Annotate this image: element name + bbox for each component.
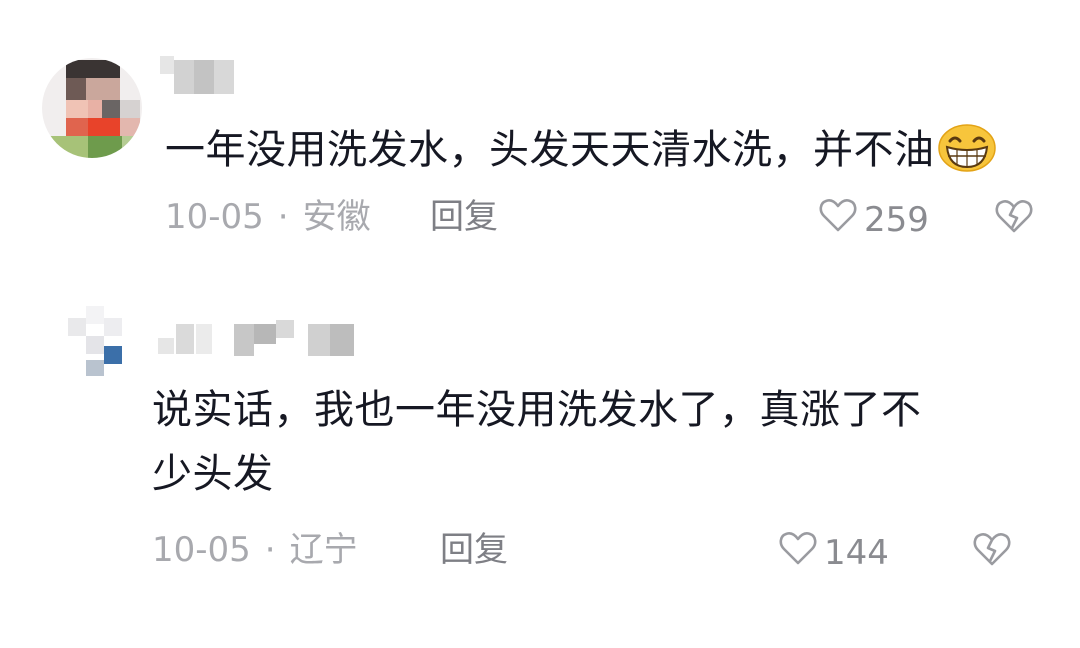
- dislike-button[interactable]: [994, 198, 1034, 238]
- comment-item: 说实话，我也一年没用洗发水了，真涨了不 少头发 10-05 · 辽宁 回复 144: [0, 290, 1080, 610]
- comment-date: 10-05: [152, 530, 251, 570]
- broken-heart-icon: [994, 200, 1034, 238]
- like-button[interactable]: 144: [778, 530, 889, 575]
- meta-separator: ·: [264, 530, 276, 570]
- comment-item: 一年没用洗发水，头发天天清水洗，并不油 10-05 · 安徽 回复 259: [0, 0, 1080, 270]
- broken-heart-icon: [972, 533, 1012, 571]
- comment-text: 说实话，我也一年没用洗发水了，真涨了不 少头发: [152, 387, 922, 497]
- avatar[interactable]: [40, 56, 144, 160]
- comment-meta: 10-05 · 安徽: [165, 197, 371, 237]
- like-count: 144: [824, 532, 889, 573]
- reply-button[interactable]: 回复: [440, 530, 508, 570]
- reply-button[interactable]: 回复: [430, 197, 498, 237]
- like-button[interactable]: 259: [818, 197, 929, 242]
- username[interactable]: [158, 320, 368, 356]
- username[interactable]: [160, 56, 240, 94]
- comment-date: 10-05: [165, 197, 264, 237]
- comment-location: 辽宁: [289, 530, 358, 570]
- meta-separator: ·: [277, 197, 289, 237]
- heart-outline-icon: [818, 197, 864, 242]
- avatar[interactable]: [60, 300, 124, 378]
- grinning-face-emoji-icon: [937, 123, 997, 192]
- heart-outline-icon: [778, 530, 824, 575]
- comment-meta: 10-05 · 辽宁: [152, 530, 358, 570]
- dislike-button[interactable]: [972, 531, 1012, 571]
- comment-text: 一年没用洗发水，头发天天清水洗，并不油: [165, 118, 1045, 192]
- like-count: 259: [864, 199, 929, 240]
- comment-location: 安徽: [302, 197, 371, 237]
